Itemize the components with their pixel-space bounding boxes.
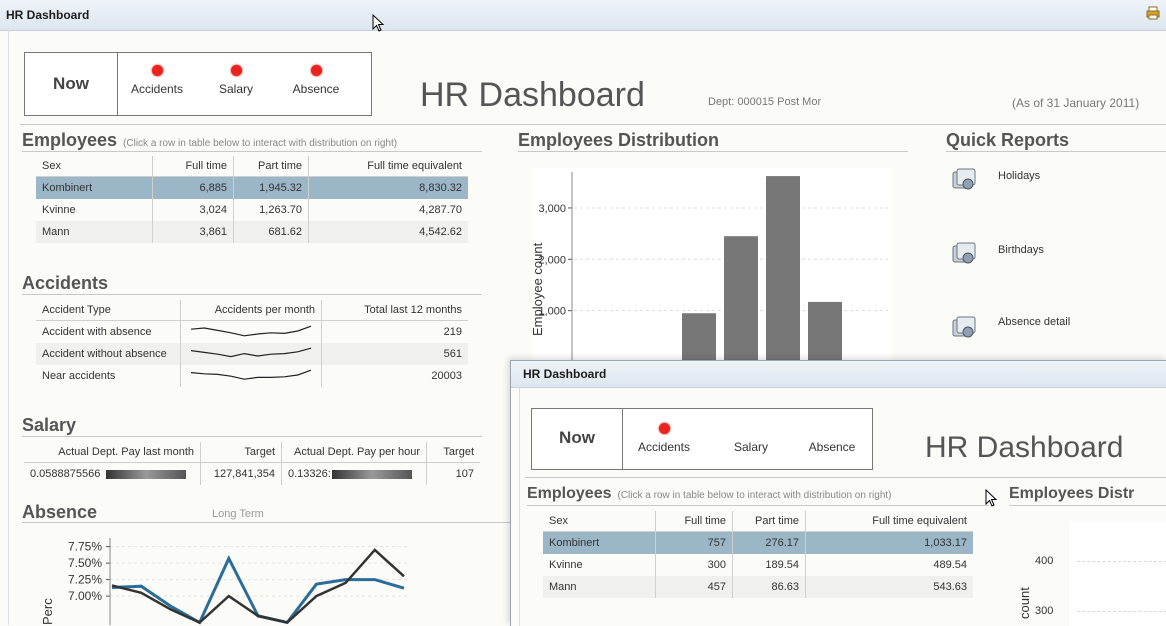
table-row-kombinert[interactable]: Kombinert 757 276.17 1,033.17 <box>543 531 973 554</box>
now-label: Now <box>25 53 118 115</box>
accidents-heading: Accidents <box>22 273 109 293</box>
window-title: HR Dashboard <box>6 8 90 22</box>
salary-bullet-bar <box>106 469 186 479</box>
printer-icon[interactable] <box>1146 6 1160 20</box>
department-label: Dept: 000015 Post Mor <box>708 96 822 108</box>
y-tick-label: 7.75% <box>68 540 102 554</box>
distribution-bar[interactable] <box>724 236 758 362</box>
overlay-indicator-absence[interactable]: Absence <box>800 423 864 454</box>
absence-divider <box>22 522 512 523</box>
sparkline-cell <box>180 343 322 365</box>
accidents-table: Accident Type Accidents per month Total … <box>36 300 468 387</box>
sparkline-chart <box>190 325 312 336</box>
employees-divider <box>22 151 482 152</box>
gridline <box>1077 561 1166 562</box>
table-row-accident-with-absence[interactable]: Accident with absence 219 <box>36 320 468 343</box>
mouse-cursor-icon <box>985 489 998 507</box>
table-header-row: Actual Dept. Pay last month Target Actua… <box>24 442 480 463</box>
absence-series-2 <box>111 548 405 624</box>
y-tick-label: 3,000 <box>538 203 566 215</box>
table-header-row: Accident Type Accidents per month Total … <box>36 300 468 321</box>
overlay-distribution-divider <box>1009 505 1166 506</box>
sparkline-series <box>190 325 312 336</box>
sparkline-chart <box>190 369 312 380</box>
mouse-cursor-icon <box>372 14 385 32</box>
sparkline-series <box>190 347 312 357</box>
distribution-divider <box>518 151 908 152</box>
overlay-indicator-accidents[interactable]: Accidents <box>632 423 696 454</box>
overlay-employees-table: Sex Full time Part time Full time equiva… <box>543 511 973 598</box>
red-status-dot-icon <box>230 65 242 76</box>
salary-per-hour-bullet-bar <box>332 469 412 479</box>
overlay-title-bar[interactable]: HR Dashboard <box>511 361 1166 388</box>
distribution-bar[interactable] <box>682 313 716 362</box>
distribution-bar[interactable] <box>808 301 842 362</box>
y-tick-label: 7.50% <box>68 556 102 570</box>
indicator-absence[interactable]: Absence <box>281 65 351 96</box>
overlay-window[interactable]: HR Dashboard Now Accidents Salary Absenc… <box>510 360 1166 626</box>
as-of-date: (As of 31 January 2011) <box>1012 96 1140 110</box>
sparkline-series <box>190 369 312 380</box>
overlay-distribution-chart: 400 300 <box>1035 521 1166 626</box>
overlay-employees-divider <box>527 505 989 506</box>
sparkline-cell <box>180 365 322 387</box>
overlay-status-indicator-box: Now Accidents Salary Absence <box>531 408 873 470</box>
y-axis-label: Perc <box>40 598 55 625</box>
table-row-salary[interactable]: 0.0588875566 127,841,354 0.13326: 107 <box>24 462 480 485</box>
indicator-accidents[interactable]: Accidents <box>125 65 189 96</box>
quick-reports-divider <box>946 151 1166 152</box>
table-row-mann[interactable]: Mann 457 86.63 543.63 <box>543 576 973 598</box>
accidents-divider <box>22 294 482 295</box>
table-header-row: Sex Full time Part time Full time equiva… <box>36 156 468 177</box>
table-header-row: Sex Full time Part time Full time equiva… <box>543 511 973 532</box>
distribution-bar[interactable] <box>766 176 800 362</box>
y-tick-label: 7.25% <box>68 573 102 587</box>
table-row-kvinne[interactable]: Kvinne 3,024 1,263.70 4,287.70 <box>36 199 468 221</box>
overlay-distribution-heading: Employees Distr <box>1009 485 1135 502</box>
red-status-dot-icon <box>151 65 163 76</box>
overlay-window-title: HR Dashboard <box>523 367 607 381</box>
header-divider <box>20 124 1166 125</box>
salary-divider <box>22 436 482 437</box>
window-edge <box>8 30 9 625</box>
absence-subheading: Long Term <box>212 508 264 520</box>
page-title: HR Dashboard <box>420 76 645 114</box>
table-row-kombinert[interactable]: Kombinert 6,885 1,945.32 8,830.32 <box>36 176 468 199</box>
overlay-edge <box>519 387 520 626</box>
overlay-y-axis-label: count <box>1017 587 1032 619</box>
employees-table: Sex Full time Part time Full time equiva… <box>36 156 468 243</box>
table-row-near-accidents[interactable]: Near accidents 20003 <box>36 365 468 387</box>
y-axis-label: Employee count <box>530 242 545 336</box>
table-row-accident-without-absence[interactable]: Accident without absence 561 <box>36 343 468 365</box>
report-icon <box>952 316 976 338</box>
table-row-mann[interactable]: Mann 3,861 681.62 4,542.62 <box>36 221 468 243</box>
employees-distribution-bar-chart: 3,0002,0001,000Employee count <box>530 168 892 362</box>
y-tick-label: 7.00% <box>68 589 102 603</box>
gridline <box>1077 611 1166 612</box>
y-tick: 400 <box>1035 555 1054 567</box>
title-bar: HR Dashboard <box>0 0 1166 31</box>
quick-reports-heading: Quick Reports <box>946 130 1070 150</box>
overlay-employees-heading: Employees (Click a row in table below to … <box>527 485 892 502</box>
absence-heading: Absence <box>22 502 98 522</box>
salary-table: Actual Dept. Pay last month Target Actua… <box>24 442 480 485</box>
absence-line-chart: 7.75% 7.50% 7.25% 7.00% Perc <box>40 538 408 625</box>
overlay-page-title: HR Dashboard <box>925 431 1124 464</box>
overlay-header-divider <box>525 477 1166 478</box>
sparkline-cell <box>180 320 322 343</box>
y-tick: 300 <box>1035 605 1054 617</box>
table-row-kvinne[interactable]: Kvinne 300 189.54 489.54 <box>543 554 973 576</box>
salary-heading: Salary <box>22 415 77 435</box>
red-status-dot-icon <box>658 423 670 434</box>
indicator-salary[interactable]: Salary <box>209 65 263 96</box>
distribution-heading: Employees Distribution <box>518 130 720 150</box>
employees-heading: Employees (Click a row in table below to … <box>22 130 398 150</box>
report-icon <box>952 242 976 264</box>
overlay-indicator-salary[interactable]: Salary <box>724 423 778 454</box>
report-icon <box>952 168 976 190</box>
red-status-dot-icon <box>310 65 322 76</box>
sparkline-chart <box>190 347 312 357</box>
status-indicator-box: Now Accidents Salary Absence <box>24 52 372 116</box>
overlay-now-label: Now <box>532 409 623 469</box>
